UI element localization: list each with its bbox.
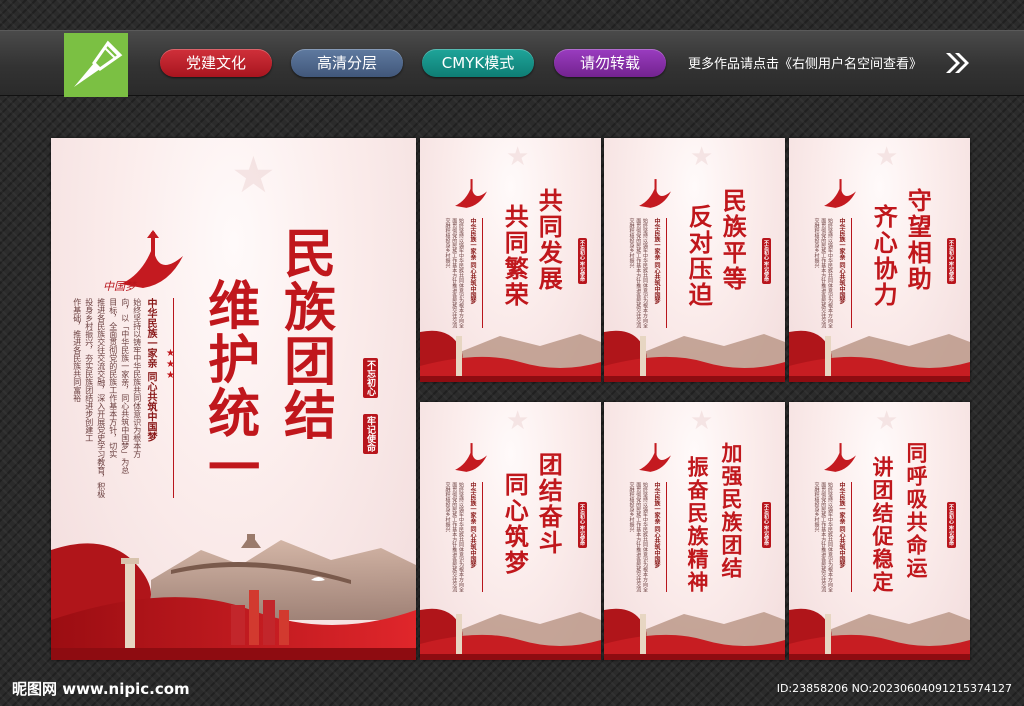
- background-star-icon: ★: [231, 146, 276, 204]
- image-id-text: ID:23858206 NO:20230604091215374127: [776, 682, 1012, 695]
- small-seal: 不忘初心 牢记使命: [762, 238, 771, 284]
- small-poster-2[interactable]: ★ 中华民族一家亲 同心共筑中国梦 始终坚持以铸牢中华民族共同体意识为根本方向全…: [604, 138, 785, 382]
- main-title-line-1: 民族团结: [274, 226, 336, 442]
- tag-cmyk[interactable]: CMYK模式: [422, 49, 534, 77]
- small-body-text: 始终坚持以铸牢中华民族共同体意识为根本方向全面贯彻党的民族工作基本方针推进各民族…: [813, 482, 834, 592]
- tag-hd-layers[interactable]: 高清分层: [291, 49, 403, 77]
- background-star-icon: ★: [690, 142, 714, 172]
- china-dream-emblem-icon: [639, 443, 671, 472]
- small-title-1: 守望相助: [903, 188, 933, 292]
- china-dream-emblem-icon: [824, 179, 856, 208]
- small-subtitle: 中华民族一家亲 同心共筑中国梦: [838, 218, 845, 305]
- small-seal: 不忘初心 牢记使命: [762, 502, 771, 548]
- great-wall-city-scene: [789, 330, 970, 382]
- main-body-line-2: 向，以「中华民族一家亲，同心共筑中国梦」为总: [120, 298, 130, 474]
- small-title-2: 讲团结促稳定: [870, 456, 896, 594]
- small-subtitle: 中华民族一家亲 同心共筑中国梦: [469, 482, 476, 569]
- double-chevron-right-icon[interactable]: [944, 51, 970, 75]
- small-subtitle: 中华民族一家亲 同心共筑中国梦: [469, 218, 476, 305]
- main-body-line-6: 作基础，推进各民族共同富裕: [72, 298, 82, 402]
- small-body-text: 始终坚持以铸牢中华民族共同体意识为根本方向全面贯彻党的民族工作基本方针推进各民族…: [444, 482, 465, 592]
- main-body-line-5: 投身乡村振兴，夯实民族团结进步创建工: [84, 298, 94, 442]
- main-body-line-3: 目标，全面贯彻党的民族工作基本方针，切实: [108, 298, 118, 458]
- main-body-line-1: 始终坚持以铸牢中华民族共同体意识为根本方: [132, 298, 142, 458]
- main-poster[interactable]: ★ 中国梦 中华民族一家亲 同心共筑中国梦 始终坚持以铸牢中华民族共同体意识为根…: [51, 138, 416, 660]
- decorative-divider: [482, 218, 483, 328]
- small-title-2: 振奋民族精神: [685, 456, 711, 594]
- small-title-2: 同心筑梦: [500, 472, 530, 576]
- small-subtitle: 中华民族一家亲 同心共筑中国梦: [653, 482, 660, 569]
- main-subtitle: 中华民族一家亲 同心共筑中国梦: [145, 298, 156, 442]
- seal-never-forget: 不忘初心: [363, 358, 378, 398]
- more-works-link[interactable]: 更多作品请点击《右侧用户名空间查看》: [688, 53, 922, 72]
- small-subtitle: 中华民族一家亲 同心共筑中国梦: [838, 482, 845, 569]
- china-dream-emblem-icon: [455, 179, 487, 208]
- emblem-label: 中国梦: [103, 280, 136, 293]
- small-seal: 不忘初心 牢记使命: [947, 502, 956, 548]
- decorative-stars-icon: ★★★: [165, 348, 176, 381]
- china-dream-emblem-icon: [639, 179, 671, 208]
- decorative-divider: [666, 218, 667, 328]
- background-star-icon: ★: [506, 406, 530, 436]
- china-dream-emblem-icon: [824, 443, 856, 472]
- small-title-1: 团结奋斗: [534, 452, 564, 556]
- tag-party-culture[interactable]: 党建文化: [160, 49, 272, 77]
- small-title-2: 共同繁荣: [500, 204, 530, 308]
- background-star-icon: ★: [875, 406, 899, 436]
- small-title-1: 加强民族团结: [719, 442, 745, 580]
- background-star-icon: ★: [506, 142, 530, 172]
- small-poster-3[interactable]: ★ 中华民族一家亲 同心共筑中国梦 始终坚持以铸牢中华民族共同体意识为根本方向全…: [789, 138, 970, 382]
- small-seal: 不忘初心 牢记使命: [578, 238, 587, 284]
- site-watermark: 昵图网 www.nipic.com: [12, 680, 190, 698]
- great-wall-city-scene: [51, 534, 416, 660]
- decorative-divider: [482, 482, 483, 592]
- small-body-text: 始终坚持以铸牢中华民族共同体意识为根本方向全面贯彻党的民族工作基本方针推进各民族…: [444, 218, 465, 328]
- small-title-2: 反对压迫: [684, 204, 714, 308]
- small-poster-1[interactable]: ★ 中华民族一家亲 同心共筑中国梦 始终坚持以铸牢中华民族共同体意识为根本方向全…: [420, 138, 601, 382]
- main-body-line-4: 推进各民族交往交流交融，深入开展党史学习教育，积极: [96, 298, 106, 498]
- china-dream-emblem-icon: [455, 443, 487, 472]
- small-seal: 不忘初心 牢记使命: [578, 502, 587, 548]
- great-wall-city-scene: [789, 608, 970, 660]
- decorative-divider: [666, 482, 667, 592]
- great-wall-city-scene: [420, 330, 601, 382]
- small-title-1: 民族平等: [718, 188, 748, 292]
- great-wall-city-scene: [604, 330, 785, 382]
- small-body-text: 始终坚持以铸牢中华民族共同体意识为根本方向全面贯彻党的民族工作基本方针推进各民族…: [628, 482, 649, 592]
- small-poster-4[interactable]: ★ 中华民族一家亲 同心共筑中国梦 始终坚持以铸牢中华民族共同体意识为根本方向全…: [420, 402, 601, 660]
- small-title-2: 齐心协力: [869, 204, 899, 308]
- pen-nib-logo-icon[interactable]: [64, 33, 128, 97]
- great-wall-city-scene: [420, 608, 601, 660]
- small-title-1: 同呼吸共命运: [904, 442, 930, 580]
- decorative-divider: [851, 482, 852, 592]
- small-body-text: 始终坚持以铸牢中华民族共同体意识为根本方向全面贯彻党的民族工作基本方针推进各民族…: [628, 218, 649, 328]
- top-toolbar: 党建文化 高清分层 CMYK模式 请勿转载 更多作品请点击《右侧用户名空间查看》: [0, 30, 1024, 97]
- great-wall-city-scene: [604, 608, 785, 660]
- tag-no-repost[interactable]: 请勿转载: [554, 49, 666, 77]
- background-star-icon: ★: [690, 406, 714, 436]
- decorative-divider: [173, 298, 174, 498]
- small-title-1: 共同发展: [534, 188, 564, 292]
- small-poster-5[interactable]: ★ 中华民族一家亲 同心共筑中国梦 始终坚持以铸牢中华民族共同体意识为根本方向全…: [604, 402, 785, 660]
- background-star-icon: ★: [875, 142, 899, 172]
- small-seal: 不忘初心 牢记使命: [947, 238, 956, 284]
- small-subtitle: 中华民族一家亲 同心共筑中国梦: [653, 218, 660, 305]
- small-poster-6[interactable]: ★ 中华民族一家亲 同心共筑中国梦 始终坚持以铸牢中华民族共同体意识为根本方向全…: [789, 402, 970, 660]
- small-body-text: 始终坚持以铸牢中华民族共同体意识为根本方向全面贯彻党的民族工作基本方针推进各民族…: [813, 218, 834, 328]
- seal-keep-mission: 牢记使命: [363, 414, 378, 454]
- main-title-line-2: 维护统一: [198, 278, 260, 494]
- decorative-divider: [851, 218, 852, 328]
